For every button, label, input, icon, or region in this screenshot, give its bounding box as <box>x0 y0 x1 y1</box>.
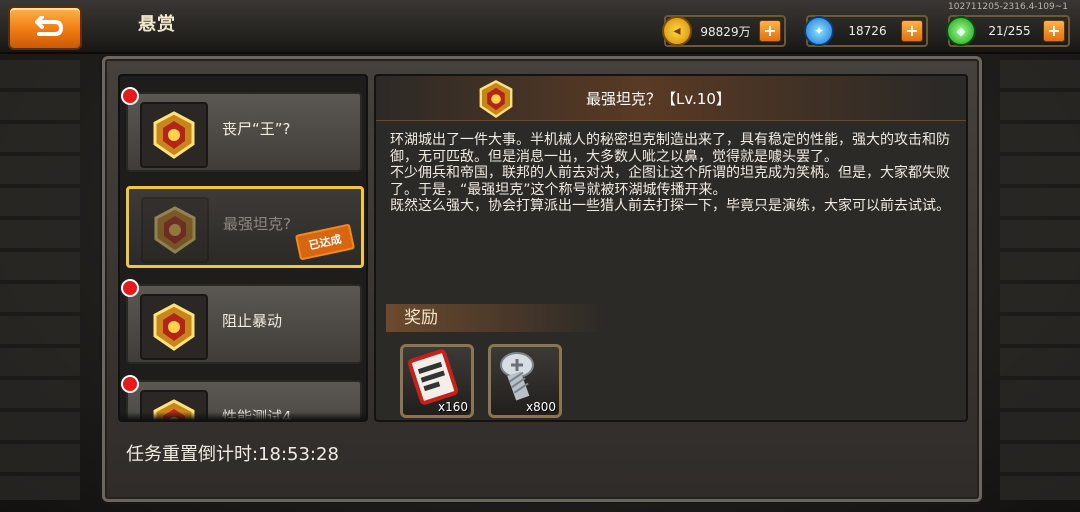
add-gold-button[interactable]: + <box>759 20 781 42</box>
quest-detail: 最强坦克？【Lv.10】 环湖城出了一件大事。半机械人的秘密坦克制造出来了，具有… <box>374 74 968 422</box>
reward-item[interactable]: x800 <box>488 344 562 418</box>
quest-item-strongest-tank[interactable]: 最强坦克? 已达成 <box>126 186 364 268</box>
reward-qty: x160 <box>437 400 468 414</box>
background-left-wall <box>0 60 80 500</box>
gold-coin-icon: ◂ <box>662 16 692 46</box>
detail-header: 最强坦克？【Lv.10】 <box>376 76 966 121</box>
quest-description: 环湖城出了一件大事。半机械人的秘密坦克制造出来了，具有稳定的性能，强大的攻击和防… <box>390 132 950 215</box>
green-crystal-icon: ◆ <box>946 16 976 46</box>
completed-stamp: 已达成 <box>294 223 356 261</box>
description-paragraph: 既然这么强大，协会打算派出一些猎人前去打探一下，毕竟只是演练，大家可以前去试试。 <box>390 198 950 214</box>
background-right-wall <box>1000 60 1080 500</box>
gold-medal-icon <box>479 80 513 119</box>
quest-label: 最强坦克? <box>223 215 291 233</box>
gold-medal-icon <box>140 294 208 360</box>
reward-heading: 奖励 <box>386 304 606 332</box>
gold-counter: ◂ 98829万 + <box>662 15 786 47</box>
add-energy-button[interactable]: + <box>1043 20 1065 42</box>
alert-dot <box>121 279 139 297</box>
list-fade <box>120 412 366 420</box>
energy-value: 21/255 <box>988 24 1031 38</box>
reset-countdown: 任务重置倒计时:18:53:28 <box>126 444 339 465</box>
add-diamond-button[interactable]: + <box>901 20 923 42</box>
diamond-value: 18726 <box>848 24 887 38</box>
back-button[interactable] <box>8 6 82 50</box>
reward-item[interactable]: x160 <box>400 344 474 418</box>
quest-item-stop-riot[interactable]: 阻止暴动 <box>126 284 362 364</box>
diamond-counter: ✦ 18726 + <box>804 15 928 47</box>
gold-value: 98829万 <box>700 24 751 39</box>
quest-list[interactable]: 丧尸“王”? 最强坦克? 已达成 阻止暴动 <box>118 74 368 422</box>
gold-medal-icon <box>140 102 208 168</box>
page-title: 悬赏 <box>138 14 176 35</box>
description-paragraph: 环湖城出了一件大事。半机械人的秘密坦克制造出来了，具有稳定的性能，强大的攻击和防… <box>390 132 950 165</box>
alert-dot <box>121 87 139 105</box>
back-arrow-icon <box>35 16 64 36</box>
detail-title: 最强坦克？【Lv.10】 <box>586 90 731 108</box>
blue-gem-icon: ✦ <box>804 16 834 46</box>
reward-qty: x800 <box>525 400 556 414</box>
quest-label: 阻止暴动 <box>222 312 283 330</box>
alert-dot <box>121 375 139 393</box>
description-paragraph: 不少佣兵和帝国，联邦的人前去对决，企图让这个所谓的坦克成为笑柄。但是，大家都失败… <box>390 165 950 198</box>
quest-item-zombie-king[interactable]: 丧尸“王”? <box>126 92 362 172</box>
top-bar: 悬赏 102711205-2316.4-109~1 ◂ 98829万 + ✦ 1… <box>0 0 1080 54</box>
energy-counter: ◆ 21/255 + <box>946 15 1070 47</box>
quest-label: 丧尸“王”? <box>222 120 291 138</box>
gold-medal-icon <box>141 197 209 263</box>
version-label: 102711205-2316.4-109~1 <box>948 2 1068 12</box>
